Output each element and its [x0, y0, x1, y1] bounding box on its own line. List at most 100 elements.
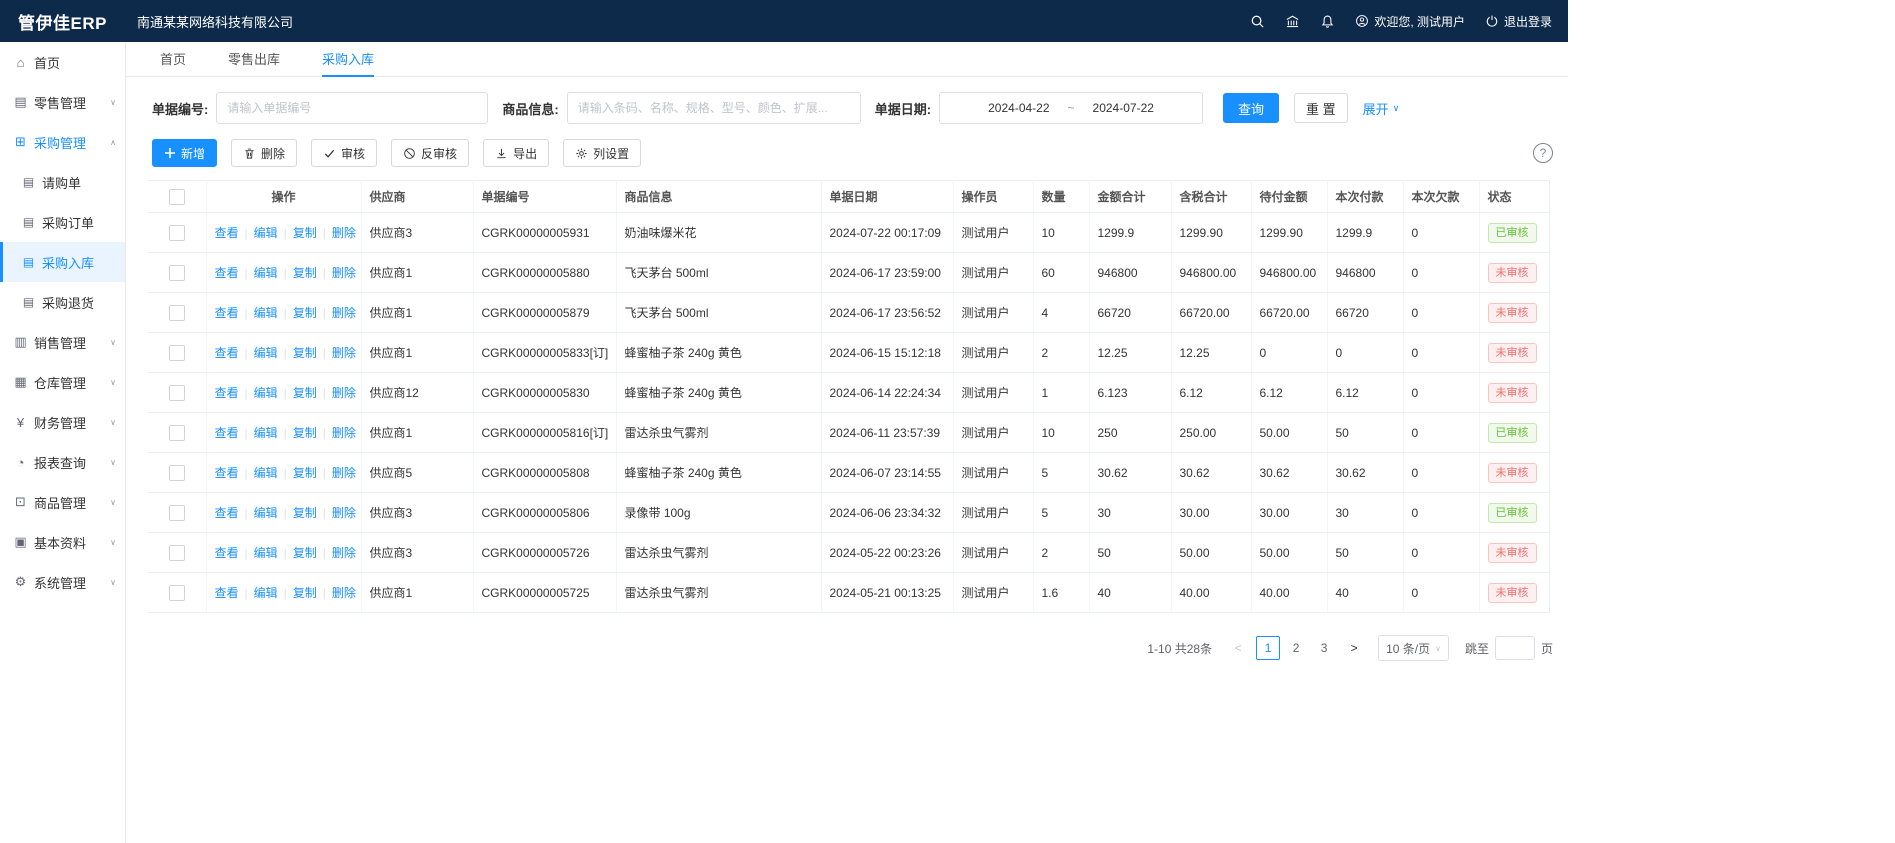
row-action-copy[interactable]: 复制 — [293, 266, 317, 280]
row-checkbox[interactable] — [169, 425, 185, 441]
row-action-delete[interactable]: 删除 — [332, 586, 356, 600]
sidebar-item-purchase-order[interactable]: ▤采购订单 — [0, 202, 125, 242]
row-action-delete[interactable]: 删除 — [332, 546, 356, 560]
sidebar-item-report[interactable]: ◔报表查询∨ — [0, 442, 125, 482]
sidebar-item-purchase-request[interactable]: ▤请购单 — [0, 162, 125, 202]
row-action-delete[interactable]: 删除 — [332, 466, 356, 480]
row-action-view[interactable]: 查看 — [215, 386, 239, 400]
row-action-copy[interactable]: 复制 — [293, 346, 317, 360]
prev-page-button[interactable]: < — [1228, 641, 1248, 655]
row-checkbox[interactable] — [169, 465, 185, 481]
row-action-edit[interactable]: 编辑 — [254, 546, 278, 560]
row-action-view[interactable]: 查看 — [215, 226, 239, 240]
row-checkbox[interactable] — [169, 545, 185, 561]
sidebar-item-purchase-inbound[interactable]: ▤采购入库 — [0, 242, 125, 282]
row-action-delete[interactable]: 删除 — [332, 426, 356, 440]
welcome-user[interactable]: 欢迎您, 测试用户 — [1355, 13, 1465, 30]
row-action-delete[interactable]: 删除 — [332, 266, 356, 280]
row-action-view[interactable]: 查看 — [215, 466, 239, 480]
add-button[interactable]: 新增 — [152, 139, 217, 167]
date-range-picker[interactable]: 2024-04-22 ~ 2024-07-22 — [939, 92, 1203, 124]
date-to-value[interactable]: 2024-07-22 — [1093, 101, 1154, 115]
export-button[interactable]: 导出 — [483, 139, 549, 167]
jump-page-input[interactable] — [1495, 636, 1535, 660]
page-button-3[interactable]: 3 — [1312, 636, 1336, 660]
row-checkbox[interactable] — [169, 305, 185, 321]
expand-link[interactable]: 展开 ∨ — [1363, 99, 1400, 118]
row-action-edit[interactable]: 编辑 — [254, 426, 278, 440]
sidebar-item-goods[interactable]: ⊡商品管理∨ — [0, 482, 125, 522]
cell-bill-no: CGRK00000005830 — [473, 373, 616, 413]
page-button-2[interactable]: 2 — [1284, 636, 1308, 660]
row-action-view[interactable]: 查看 — [215, 506, 239, 520]
reset-button[interactable]: 重 置 — [1294, 93, 1348, 123]
row-action-copy[interactable]: 复制 — [293, 466, 317, 480]
row-action-view[interactable]: 查看 — [215, 426, 239, 440]
sidebar-item-basic[interactable]: ▣基本资料∨ — [0, 522, 125, 562]
delete-button[interactable]: 删除 — [231, 139, 297, 167]
row-action-copy[interactable]: 复制 — [293, 546, 317, 560]
row-action-view[interactable]: 查看 — [215, 546, 239, 560]
row-checkbox[interactable] — [169, 265, 185, 281]
row-action-edit[interactable]: 编辑 — [254, 506, 278, 520]
row-action-edit[interactable]: 编辑 — [254, 266, 278, 280]
row-action-view[interactable]: 查看 — [215, 266, 239, 280]
row-action-edit[interactable]: 编辑 — [254, 386, 278, 400]
search-button[interactable]: 查询 — [1223, 93, 1279, 123]
row-action-copy[interactable]: 复制 — [293, 306, 317, 320]
row-action-edit[interactable]: 编辑 — [254, 466, 278, 480]
row-action-delete[interactable]: 删除 — [332, 506, 356, 520]
row-checkbox[interactable] — [169, 505, 185, 521]
sidebar-item-label: 采购退货 — [42, 293, 94, 312]
row-action-view[interactable]: 查看 — [215, 306, 239, 320]
page-button-1[interactable]: 1 — [1256, 636, 1280, 660]
row-action-delete[interactable]: 删除 — [332, 306, 356, 320]
row-action-copy[interactable]: 复制 — [293, 426, 317, 440]
row-action-delete[interactable]: 删除 — [332, 226, 356, 240]
row-action-edit[interactable]: 编辑 — [254, 346, 278, 360]
sidebar-item-finance[interactable]: ¥财务管理∨ — [0, 402, 125, 442]
tab-purchase-inbound[interactable]: 采购入库 — [322, 42, 374, 77]
column-settings-button[interactable]: 列设置 — [563, 139, 641, 167]
next-page-button[interactable]: > — [1344, 641, 1364, 655]
row-checkbox[interactable] — [169, 345, 185, 361]
row-action-view[interactable]: 查看 — [215, 346, 239, 360]
row-action-copy[interactable]: 复制 — [293, 226, 317, 240]
sidebar-item-home[interactable]: ⌂首页 — [0, 42, 125, 82]
tab-home[interactable]: 首页 — [160, 42, 186, 77]
cell-operator: 测试用户 — [953, 213, 1033, 253]
bell-icon[interactable] — [1320, 14, 1335, 29]
row-action-copy[interactable]: 复制 — [293, 586, 317, 600]
select-all-checkbox[interactable] — [169, 189, 185, 205]
sidebar-item-warehouse[interactable]: ▦仓库管理∨ — [0, 362, 125, 402]
bank-icon[interactable] — [1285, 14, 1300, 29]
sidebar-item-purchase-return[interactable]: ▤采购退货 — [0, 282, 125, 322]
bill-no-input[interactable] — [216, 92, 488, 124]
unaudit-button[interactable]: 反审核 — [391, 139, 469, 167]
audit-button[interactable]: 审核 — [311, 139, 377, 167]
sidebar-item-sales[interactable]: ▥销售管理∨ — [0, 322, 125, 362]
tab-retail-outbound[interactable]: 零售出库 — [228, 42, 280, 77]
product-info-input[interactable] — [567, 92, 861, 124]
logout-button[interactable]: 退出登录 — [1485, 13, 1552, 30]
sidebar-item-system[interactable]: ⚙系统管理∨ — [0, 562, 125, 602]
sidebar-item-retail[interactable]: ▤零售管理∨ — [0, 82, 125, 122]
date-from-value[interactable]: 2024-04-22 — [988, 101, 1049, 115]
row-action-copy[interactable]: 复制 — [293, 506, 317, 520]
cell-supplier: 供应商3 — [361, 213, 473, 253]
help-icon[interactable]: ? — [1533, 143, 1553, 163]
row-action-edit[interactable]: 编辑 — [254, 306, 278, 320]
row-action-delete[interactable]: 删除 — [332, 386, 356, 400]
row-action-view[interactable]: 查看 — [215, 586, 239, 600]
search-icon[interactable] — [1250, 14, 1265, 29]
row-action-copy[interactable]: 复制 — [293, 386, 317, 400]
row-checkbox[interactable] — [169, 385, 185, 401]
sidebar-item-purchase[interactable]: ⊞采购管理∧ — [0, 122, 125, 162]
row-action-edit[interactable]: 编辑 — [254, 586, 278, 600]
sidebar-item-label: 基本资料 — [34, 533, 86, 552]
row-action-delete[interactable]: 删除 — [332, 346, 356, 360]
row-action-edit[interactable]: 编辑 — [254, 226, 278, 240]
row-checkbox[interactable] — [169, 225, 185, 241]
page-size-select[interactable]: 10 条/页 ∨ — [1378, 635, 1449, 661]
row-checkbox[interactable] — [169, 585, 185, 601]
